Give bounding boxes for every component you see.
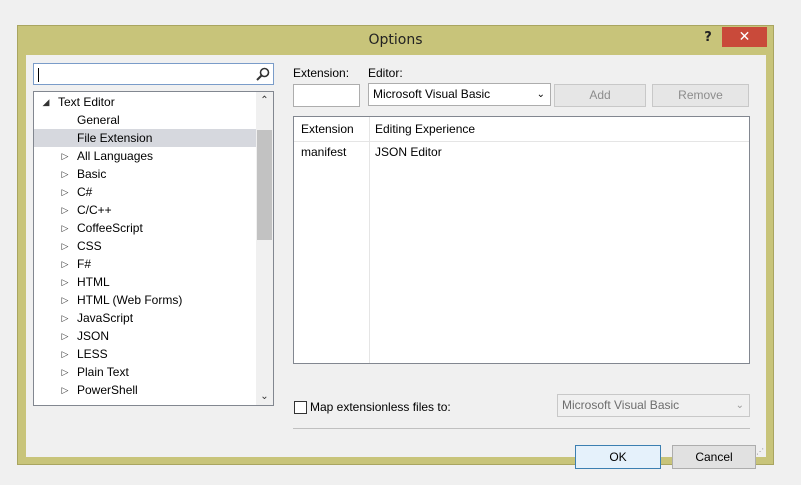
tree-item-label: CoffeeScript	[77, 221, 143, 235]
expand-arrow-icon[interactable]: ▷	[60, 237, 70, 255]
tree-item[interactable]: ▷ C#	[34, 183, 256, 201]
expand-arrow-icon[interactable]: ▷	[60, 309, 70, 327]
divider	[293, 428, 750, 429]
tree-item-label: All Languages	[77, 149, 154, 163]
remove-button[interactable]: Remove	[652, 84, 749, 107]
expand-arrow-icon[interactable]: ▷	[60, 201, 70, 219]
tree-scrollbar[interactable]: ⌃ ⌄	[256, 92, 273, 405]
tree-item-label: JavaScript	[77, 311, 134, 325]
expand-arrow-icon[interactable]: ▷	[60, 363, 70, 381]
tree-item-label: JSON	[77, 329, 110, 343]
extension-label: Extension:	[293, 66, 350, 80]
extension-mapping-list[interactable]: Extension Editing Experience manifest JS…	[293, 116, 750, 364]
tree-item[interactable]: ▷ Basic	[34, 165, 256, 183]
add-button[interactable]: Add	[554, 84, 646, 107]
tree-item-label: General	[77, 113, 120, 127]
cancel-button[interactable]: Cancel	[672, 445, 756, 469]
tree-item[interactable]: ◢ Text Editor	[34, 93, 256, 111]
map-extensionless-selected: Microsoft Visual Basic	[562, 398, 680, 412]
expand-arrow-icon[interactable]: ▷	[60, 327, 70, 345]
tree-item[interactable]: ▷ LESS	[34, 345, 256, 363]
tree-item[interactable]: ▷ Plain Text	[34, 363, 256, 381]
expand-arrow-icon[interactable]: ▷	[60, 147, 70, 165]
tree-item[interactable]: ▷ C/C++	[34, 201, 256, 219]
expand-arrow-icon[interactable]: ▷	[60, 345, 70, 363]
tree-item-label: C/C++	[77, 203, 112, 217]
map-extensionless-select: Microsoft Visual Basic ⌄	[557, 394, 750, 417]
tree-item-label: C#	[77, 185, 93, 199]
chevron-down-icon: ⌄	[536, 89, 545, 100]
editor-label: Editor:	[368, 66, 403, 80]
tree-item-label: File Extension	[77, 131, 153, 145]
tree-item-label: PowerShell	[77, 383, 138, 397]
tree-item[interactable]: ▷ F#	[34, 255, 256, 273]
tree-item-label: HTML	[77, 275, 110, 289]
tree-item-label: F#	[77, 257, 92, 271]
tree-item-label: CSS	[77, 239, 102, 253]
expand-arrow-icon[interactable]: ▷	[60, 381, 70, 399]
tree-item-label: LESS	[77, 347, 108, 361]
search-icon[interactable]	[256, 67, 270, 81]
expand-arrow-icon[interactable]: ▷	[60, 183, 70, 201]
resize-grip-icon[interactable]: ⋰	[756, 447, 764, 456]
tree-item[interactable]: ▷ HTML	[34, 273, 256, 291]
expand-arrow-icon[interactable]: ▷	[60, 165, 70, 183]
column-divider	[369, 117, 370, 363]
window-title: Options	[368, 32, 423, 48]
column-header-editing-experience[interactable]: Editing Experience	[375, 120, 475, 138]
tree-item[interactable]: ▷ CoffeeScript	[34, 219, 256, 237]
editor-selected: Microsoft Visual Basic	[373, 87, 491, 101]
options-dialog: Options ? ✕ ◢ Text Editor General File Exte…	[17, 25, 774, 469]
tree-item[interactable]: File Extension	[34, 129, 256, 147]
extension-input[interactable]	[293, 84, 360, 107]
row-extension: manifest	[301, 145, 347, 159]
list-header: Extension Editing Experience	[294, 117, 749, 142]
chevron-down-icon: ⌄	[735, 400, 744, 411]
title-bar[interactable]: Options ? ✕	[18, 26, 773, 54]
tree-item-label: Text Editor	[58, 95, 115, 109]
column-header-extension[interactable]: Extension	[301, 120, 354, 138]
expand-arrow-icon[interactable]: ▷	[60, 219, 70, 237]
expand-arrow-icon[interactable]: ▷	[60, 255, 70, 273]
expand-arrow-icon[interactable]: ▷	[60, 291, 70, 309]
map-extensionless-checkbox[interactable]	[294, 401, 307, 414]
text-caret	[38, 68, 39, 82]
ok-button[interactable]: OK	[575, 445, 661, 469]
tree-item-label: Plain Text	[77, 365, 129, 379]
options-tree[interactable]: ◢ Text Editor General File Extension ▷ All La…	[33, 91, 274, 406]
collapse-arrow-icon[interactable]: ◢	[41, 93, 51, 111]
tree-item[interactable]: ▷ CSS	[34, 237, 256, 255]
tree-item[interactable]: ▷ All Languages	[34, 147, 256, 165]
tree-item-label: Basic	[77, 167, 107, 181]
scroll-up-icon[interactable]: ⌃	[256, 92, 273, 109]
map-extensionless-label[interactable]: Map extensionless files to:	[310, 400, 451, 414]
options-search-input[interactable]	[33, 63, 274, 85]
tree-item-label: HTML (Web Forms)	[77, 293, 183, 307]
scroll-thumb[interactable]	[257, 130, 272, 240]
tree-item[interactable]: ▷ JavaScript	[34, 309, 256, 327]
editor-select[interactable]: Microsoft Visual Basic ⌄	[368, 83, 551, 106]
expand-arrow-icon[interactable]: ▷	[60, 273, 70, 291]
dialog-client: ◢ Text Editor General File Extension ▷ All La…	[26, 55, 766, 469]
tree-item[interactable]: ▷ PowerShell	[34, 381, 256, 399]
scroll-down-icon[interactable]: ⌄	[256, 388, 273, 405]
help-button[interactable]: ?	[699, 28, 717, 48]
row-editor: JSON Editor	[375, 145, 442, 159]
close-button[interactable]: ✕	[722, 27, 767, 47]
tree-item[interactable]: General	[34, 111, 256, 129]
tree-item[interactable]: ▷ JSON	[34, 327, 256, 345]
tree-item[interactable]: ▷ HTML (Web Forms)	[34, 291, 256, 309]
